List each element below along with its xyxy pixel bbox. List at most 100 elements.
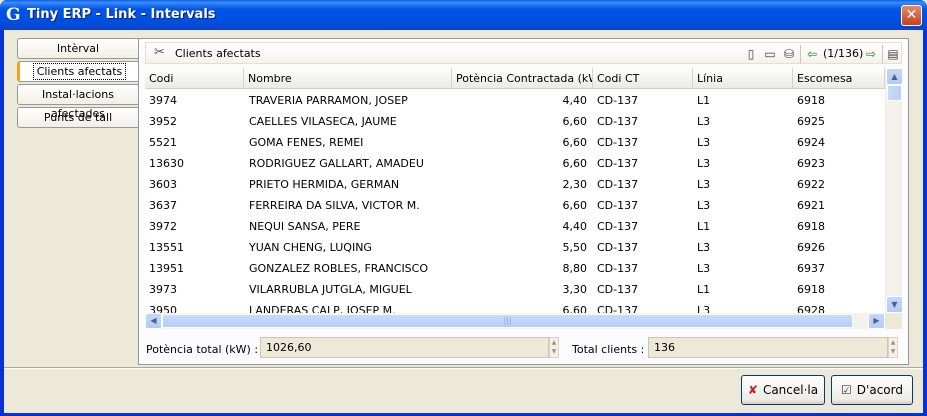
next-record-icon[interactable]: ⇨ bbox=[863, 46, 879, 62]
table-cell: L3 bbox=[697, 262, 711, 275]
table-cell: CD-137 bbox=[597, 220, 639, 233]
tab-label: Intèrval bbox=[56, 42, 100, 55]
previous-record-icon[interactable]: ⇦ bbox=[804, 46, 820, 62]
tools-icon: ✂ bbox=[154, 45, 165, 60]
column-header-potencia[interactable]: Potència Contractada (kW) bbox=[452, 68, 593, 89]
table-cell: CD-137 bbox=[597, 283, 639, 296]
column-header-nombre[interactable]: Nombre bbox=[244, 68, 452, 89]
table-cell: 3603 bbox=[149, 178, 177, 191]
table-cell: L3 bbox=[697, 178, 711, 191]
scroll-left-icon[interactable]: ◀ bbox=[145, 313, 162, 329]
toolbar-separator bbox=[800, 45, 801, 63]
horizontal-scrollbar[interactable]: ◀ ||| ▶ bbox=[145, 313, 885, 329]
table-cell: 8,80 bbox=[562, 262, 588, 275]
ok-icon: ☑ bbox=[841, 383, 852, 397]
table-cell: L3 bbox=[697, 241, 711, 254]
switch-view-icon[interactable]: ▤ bbox=[885, 46, 901, 62]
column-header-codi[interactable]: Codi bbox=[145, 68, 244, 89]
table-cell: 6922 bbox=[797, 178, 825, 191]
tab-panel: ✂ Clients afectats ▯ ▭ ⛁ ⇦ (1/136) ⇨ ▤ C… bbox=[138, 38, 909, 365]
new-record-icon[interactable]: ▯ bbox=[743, 46, 759, 62]
table-cell: 6924 bbox=[797, 136, 825, 149]
table-row[interactable]: 3637 FERREIRA DA SILVA, VICTOR M. 6,60 CD-1… bbox=[145, 195, 885, 216]
tab-label: Punts de tall bbox=[43, 111, 113, 124]
table-cell: 13630 bbox=[149, 157, 184, 170]
table-cell: 3637 bbox=[149, 199, 177, 212]
table-row[interactable]: 13630 RODRIGUEZ GALLART, AMADEU 6,60 CD-137… bbox=[145, 153, 885, 174]
total-power-spin: ▲ ▼ bbox=[549, 337, 559, 358]
table-cell: NEQUI SANSA, PERE bbox=[249, 220, 361, 233]
column-header-escomesa[interactable]: Escomesa bbox=[793, 68, 885, 89]
total-clients-field: 136 bbox=[648, 337, 888, 358]
table-cell: TRAVERIA PARRAMON, JOSEP bbox=[249, 94, 408, 107]
tab-interval[interactable]: Intèrval bbox=[17, 38, 138, 59]
close-button[interactable]: ✕ bbox=[901, 5, 922, 26]
scroll-up-icon[interactable]: ▲ bbox=[886, 68, 902, 85]
tab-list: Intèrval Clients afectats Instal·lacions… bbox=[17, 38, 139, 130]
table-cell: 6,60 bbox=[562, 136, 588, 149]
table-cell: 6926 bbox=[797, 241, 825, 254]
column-header-codi-ct[interactable]: Codi CT bbox=[593, 68, 693, 89]
table-cell: 6,60 bbox=[562, 157, 588, 170]
scroll-right-icon[interactable]: ▶ bbox=[868, 313, 885, 329]
table-cell: 6,60 bbox=[562, 115, 588, 128]
table-cell: RODRIGUEZ GALLART, AMADEU bbox=[249, 157, 424, 170]
table-cell: 3974 bbox=[149, 94, 177, 107]
table-cell: GOMA FENES, REMEI bbox=[249, 136, 364, 149]
ok-button[interactable]: ☑ D'acord bbox=[831, 375, 913, 405]
table-cell: 6918 bbox=[797, 94, 825, 107]
dialog-body: Intèrval Clients afectats Instal·lacions… bbox=[4, 30, 923, 413]
table-row[interactable]: 3972 NEQUI SANSA, PERE 4,40 CD-137 L1 6918 bbox=[145, 216, 885, 237]
table-cell: 3973 bbox=[149, 283, 177, 296]
table-row[interactable]: 3973 VILARRUBLA JUTGLA, MIGUEL 3,30 CD-137 L… bbox=[145, 279, 885, 300]
table-cell: L3 bbox=[697, 115, 711, 128]
delete-record-icon[interactable]: ⛁ bbox=[781, 46, 797, 62]
clients-grid: Codi Nombre Potència Contractada (kW) Co… bbox=[145, 68, 902, 329]
table-row[interactable]: 13951 GONZALEZ ROBLES, FRANCISCO 8,80 CD-13… bbox=[145, 258, 885, 279]
table-cell: CD-137 bbox=[597, 136, 639, 149]
column-header-linia[interactable]: Línia bbox=[693, 68, 793, 89]
table-row[interactable]: 13551 YUAN CHENG, LUQING 5,50 CD-137 L3 6926 bbox=[145, 237, 885, 258]
table-cell: CD-137 bbox=[597, 199, 639, 212]
scroll-down-icon[interactable]: ▼ bbox=[886, 296, 902, 313]
table-cell: CD-137 bbox=[597, 178, 639, 191]
table-cell: 3952 bbox=[149, 115, 177, 128]
table-row[interactable]: 3603 PRIETO HERMIDA, GERMAN 2,30 CD-137 L3 69… bbox=[145, 174, 885, 195]
table-cell: CAELLES VILASECA, JAUME bbox=[249, 115, 397, 128]
table-cell: YUAN CHENG, LUQING bbox=[249, 241, 372, 254]
grid-header: Codi Nombre Potència Contractada (kW) Co… bbox=[145, 68, 885, 89]
table-row[interactable]: 5521 GOMA FENES, REMEI 6,60 CD-137 L3 6924 bbox=[145, 132, 885, 153]
vertical-scroll-thumb[interactable] bbox=[887, 85, 902, 101]
tab-label: Clients afectats bbox=[32, 63, 127, 80]
toolbar-title: Clients afectats bbox=[175, 47, 261, 60]
table-cell: 2,30 bbox=[562, 178, 588, 191]
table-cell: 6921 bbox=[797, 199, 825, 212]
table-row[interactable]: 3952 CAELLES VILASECA, JAUME 6,60 CD-137 L3 6… bbox=[145, 111, 885, 132]
table-cell: L3 bbox=[697, 199, 711, 212]
table-cell: L3 bbox=[697, 136, 711, 149]
record-counter: (1/136) bbox=[823, 47, 864, 60]
tab-installacions-afectades[interactable]: Instal·lacions afectades bbox=[17, 84, 138, 120]
grid-toolbar: ✂ Clients afectats ▯ ▭ ⛁ ⇦ (1/136) ⇨ ▤ bbox=[145, 42, 902, 64]
table-cell: CD-137 bbox=[597, 241, 639, 254]
table-cell: 6923 bbox=[797, 157, 825, 170]
total-clients-label: Total clients : bbox=[572, 343, 645, 356]
table-cell: L1 bbox=[697, 94, 711, 107]
table-cell: CD-137 bbox=[597, 262, 639, 275]
window-title: Tiny ERP - Link - Intervals bbox=[27, 7, 216, 22]
table-cell: 6,60 bbox=[562, 199, 588, 212]
scrollbar-corner bbox=[885, 313, 902, 329]
open-folder-icon[interactable]: ▭ bbox=[762, 46, 778, 62]
vertical-scrollbar[interactable]: ▲ ▼ bbox=[885, 68, 902, 313]
cancel-button[interactable]: ✘ Cancel·la bbox=[741, 375, 825, 405]
total-power-label: Potència total (kW) : bbox=[146, 343, 259, 356]
total-power-field: 1026,60 bbox=[260, 337, 549, 358]
title-bar[interactable]: G Tiny ERP - Link - Intervals ✕ bbox=[0, 0, 927, 30]
cancel-label: Cancel·la bbox=[762, 383, 819, 397]
tab-clients-afectats[interactable]: Clients afectats bbox=[17, 61, 139, 82]
horizontal-scroll-thumb[interactable]: ||| bbox=[162, 314, 853, 328]
table-row[interactable]: 3974 TRAVERIA PARRAMON, JOSEP 4,40 CD-137 L1… bbox=[145, 90, 885, 111]
toolbar-separator bbox=[882, 45, 883, 63]
table-cell: 4,40 bbox=[562, 220, 588, 233]
table-cell: 4,40 bbox=[562, 94, 588, 107]
